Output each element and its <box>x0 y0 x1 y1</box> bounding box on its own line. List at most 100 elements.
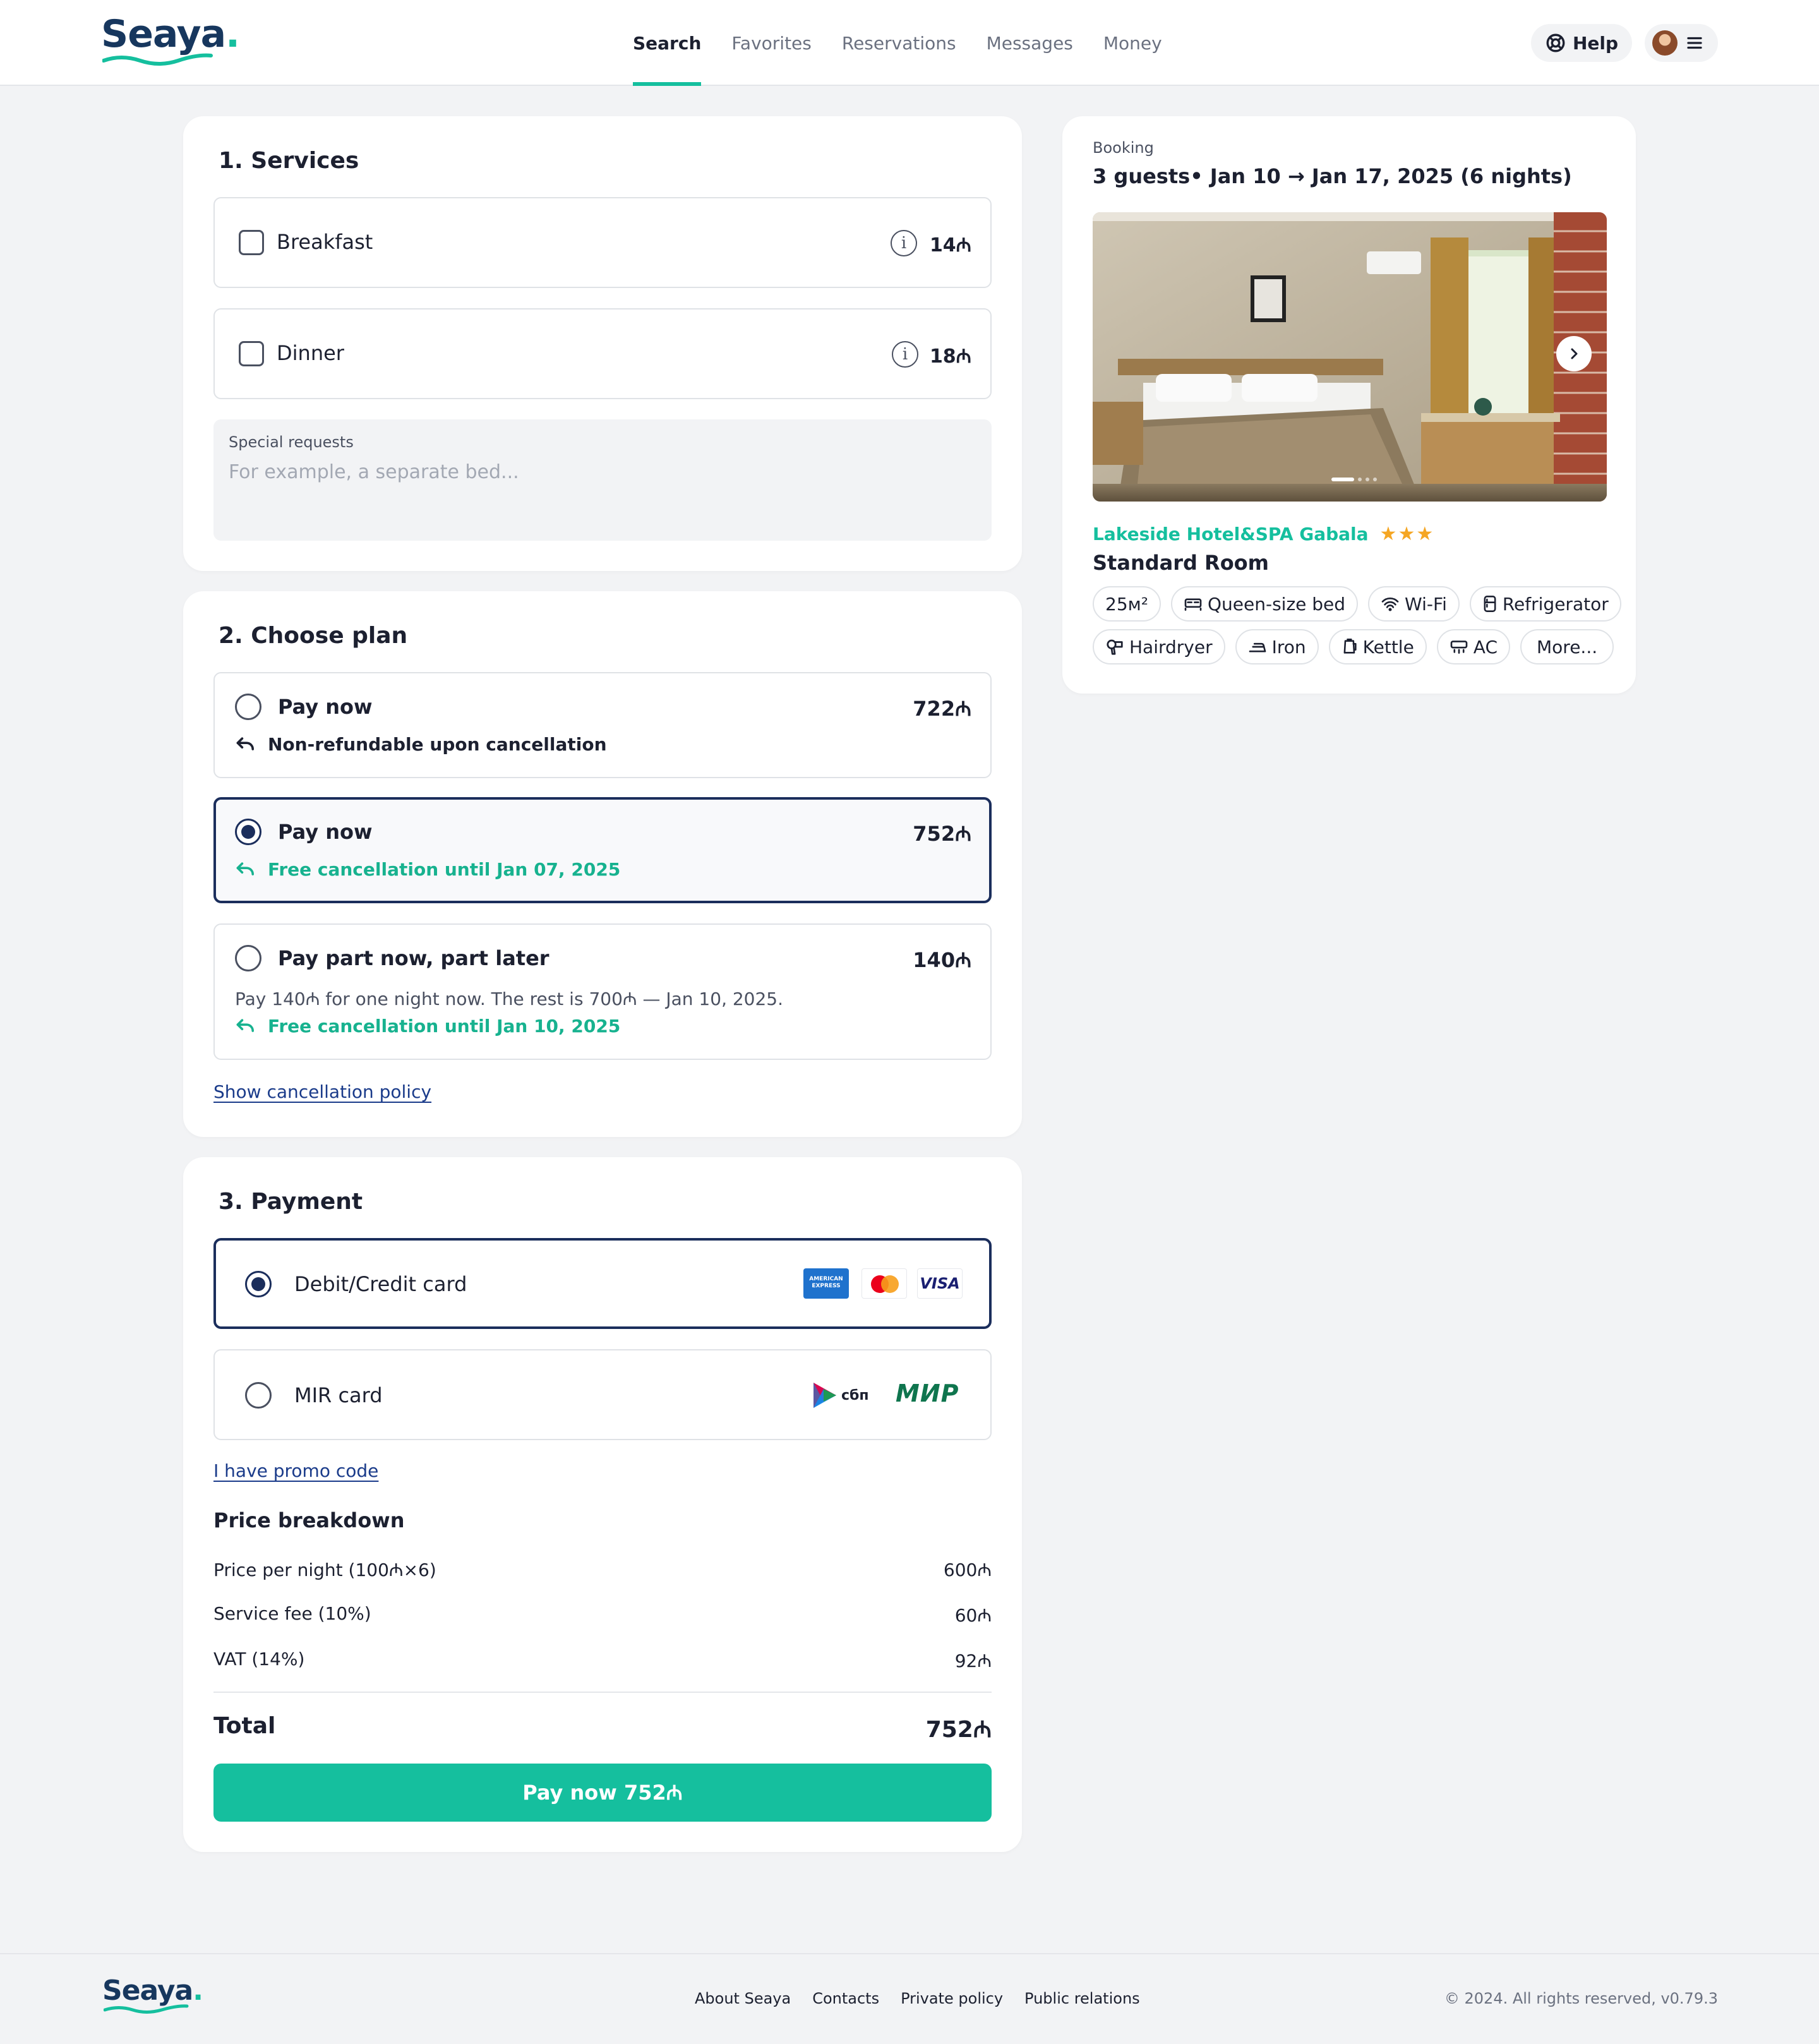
divider <box>213 1692 992 1693</box>
payment-radio-selected[interactable] <box>245 1271 272 1297</box>
plan-label: Pay part now, part later <box>278 946 549 970</box>
payment-method-mir[interactable]: MIR card сбп МИР <box>213 1349 992 1440</box>
footer-link-pr[interactable]: Public relations <box>1024 1990 1140 2007</box>
plan-price: 140₼ <box>913 948 971 972</box>
service-breakfast[interactable]: Breakfast i 14₼ <box>213 197 992 288</box>
breakfast-price: 14₼ <box>929 234 971 256</box>
dinner-checkbox[interactable] <box>239 341 264 366</box>
nav-tab-search[interactable]: Search <box>633 0 702 86</box>
ac-icon <box>1450 640 1468 654</box>
breakdown-row: Service fee (10%) 60₼ <box>213 1603 992 1626</box>
undo-arrow-icon <box>236 736 255 750</box>
hotel-name-link[interactable]: Lakeside Hotel&SPA Gabala <box>1093 524 1369 544</box>
chevron-right-icon <box>1571 348 1578 359</box>
photo-next-button[interactable] <box>1556 336 1592 371</box>
dinner-label: Dinner <box>277 341 344 365</box>
kettle-icon <box>1343 639 1357 654</box>
plan-note: Free cancellation until Jan 07, 2025 <box>235 859 620 880</box>
nav-tab-reservations[interactable]: Reservations <box>842 0 956 86</box>
services-card: 1. Services Breakfast i 14₼ Dinner i 18₼… <box>183 116 1022 571</box>
plan-option-free-cancellation[interactable]: Pay now 752₼ Free cancellation until Jan… <box>213 797 992 903</box>
special-requests-field[interactable]: Special requests For example, a separate… <box>213 419 992 541</box>
plan-price: 752₼ <box>913 822 971 846</box>
room-photo[interactable] <box>1093 212 1607 502</box>
plan-radio[interactable] <box>235 945 261 971</box>
logo[interactable]: Seaya . <box>101 15 240 66</box>
footer-link-contacts[interactable]: Contacts <box>812 1990 879 2007</box>
plan-option-nonrefundable[interactable]: Pay now 722₼ Non-refundable upon cancell… <box>213 672 992 778</box>
breakdown-row: VAT (14%) 92₼ <box>213 1649 992 1671</box>
nav-tab-messages[interactable]: Messages <box>987 0 1073 86</box>
plan-note: Non-refundable upon cancellation <box>235 734 607 755</box>
plan-radio[interactable] <box>235 694 261 720</box>
amenities-more-button[interactable]: More... <box>1520 629 1614 664</box>
special-requests-placeholder: For example, a separate bed... <box>229 461 519 483</box>
amenity-kettle: Kettle <box>1328 629 1427 664</box>
plan-card: 2. Choose plan Pay now 722₼ Non-refundab… <box>183 591 1022 1137</box>
footer: Seaya . About Seaya Contacts Private pol… <box>0 1953 1819 2044</box>
mir-logo: МИР <box>896 1380 959 1407</box>
wifi-icon <box>1381 598 1399 611</box>
promo-code-link[interactable]: I have promo code <box>213 1460 378 1481</box>
help-button[interactable]: Help <box>1531 24 1632 62</box>
payment-method-card[interactable]: Debit/Credit card AMERICAN EXPRESS VISA <box>213 1238 992 1329</box>
mastercard-logo <box>861 1268 907 1299</box>
footer-link-privacy[interactable]: Private policy <box>901 1990 1003 2007</box>
cancellation-policy-link[interactable]: Show cancellation policy <box>213 1081 431 1102</box>
payment-title: 3. Payment <box>219 1189 363 1215</box>
amenity-refrigerator: Refrigerator <box>1469 586 1621 622</box>
breakfast-checkbox[interactable] <box>239 230 264 255</box>
booking-label: Booking <box>1093 139 1154 157</box>
footer-link-about[interactable]: About Seaya <box>695 1990 791 2007</box>
copyright: © 2024. All rights reserved, v0.79.3 <box>1444 1990 1718 2007</box>
nav-tab-money[interactable]: Money <box>1103 0 1162 86</box>
service-dinner[interactable]: Dinner i 18₼ <box>213 308 992 399</box>
iron-icon <box>1249 642 1266 652</box>
main-nav: Search Favorites Reservations Messages M… <box>633 0 1192 86</box>
undo-arrow-icon <box>236 862 255 875</box>
breakdown-row: Price per night (100₼×6) 600₼ <box>213 1560 992 1580</box>
payment-radio[interactable] <box>245 1382 272 1409</box>
plan-radio-selected[interactable] <box>235 819 261 845</box>
amenities-row-2: Hairdryer Iron Kettle AC More... <box>1093 629 1614 664</box>
amenity-hairdryer: Hairdryer <box>1093 629 1225 664</box>
logo-wave <box>102 53 213 66</box>
amenity-area: 25м² <box>1093 586 1161 622</box>
info-icon[interactable]: i <box>892 341 918 368</box>
top-header: Seaya . Search Favorites Reservations Me… <box>0 0 1819 86</box>
info-icon[interactable]: i <box>891 230 917 256</box>
pay-now-button[interactable]: Pay now 752₼ <box>213 1764 992 1822</box>
logo-wave <box>104 2004 189 2014</box>
plan-option-part-payment[interactable]: Pay part now, part later 140₼ Pay 140₼ f… <box>213 923 992 1060</box>
dinner-price: 18₼ <box>929 346 971 368</box>
amenity-iron: Iron <box>1235 629 1319 664</box>
amenity-wifi: Wi-Fi <box>1368 586 1460 622</box>
nav-tab-favorites[interactable]: Favorites <box>731 0 811 86</box>
footer-logo[interactable]: Seaya . <box>102 1977 203 2015</box>
price-breakdown-title: Price breakdown <box>213 1508 405 1532</box>
plan-note: Free cancellation until Jan 10, 2025 <box>235 1016 620 1037</box>
star-rating: ★★★ <box>1379 523 1435 545</box>
user-menu-button[interactable] <box>1645 24 1718 62</box>
breakfast-label: Breakfast <box>277 230 373 254</box>
plan-label: Pay now <box>278 820 373 844</box>
payment-method-label: MIR card <box>294 1383 383 1407</box>
help-label: Help <box>1572 32 1619 54</box>
hotel-name-row: Lakeside Hotel&SPA Gabala ★★★ <box>1093 523 1434 545</box>
booking-summary-card: Booking 3 guests• Jan 10 → Jan 17, 2025 … <box>1062 116 1636 694</box>
plan-title: 2. Choose plan <box>219 623 408 649</box>
footer-logo-text: Seaya <box>102 1975 193 2007</box>
payment-card: 3. Payment Debit/Credit card AMERICAN EX… <box>183 1157 1022 1852</box>
plan-label: Pay now <box>278 695 373 719</box>
undo-arrow-icon <box>236 1018 255 1032</box>
footer-links: About Seaya Contacts Private policy Publ… <box>695 1990 1140 2007</box>
hamburger-menu-icon <box>1687 37 1702 49</box>
special-requests-label: Special requests <box>229 433 354 451</box>
plan-description: Pay 140₼ for one night now. The rest is … <box>235 989 784 1009</box>
total-label: Total <box>213 1713 276 1739</box>
lifebuoy-icon <box>1546 33 1565 52</box>
plan-price: 722₼ <box>913 697 971 721</box>
sbp-logo: сбп <box>811 1380 877 1411</box>
hairdryer-icon <box>1107 639 1123 655</box>
amenities-row-1: 25м² Queen-size bed Wi-Fi Refrigerator <box>1093 586 1621 622</box>
